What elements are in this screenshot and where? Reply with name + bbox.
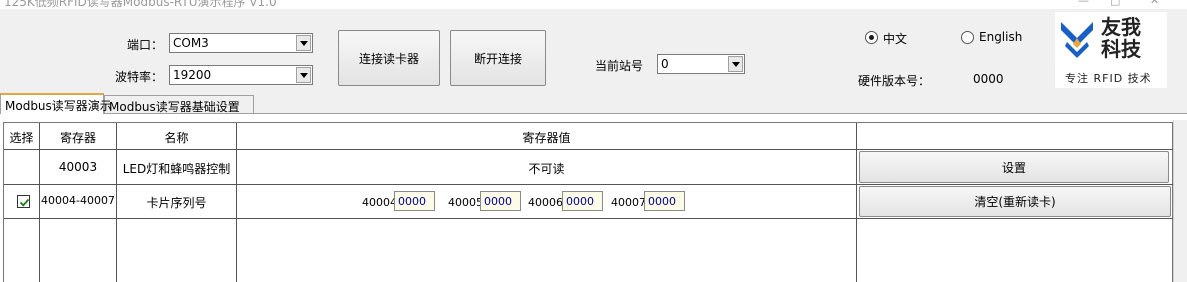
reg-40007-field[interactable]: 0000 [644,191,685,211]
vertical-scrollbar[interactable] [1173,120,1187,282]
connect-button[interactable]: 连接读卡器 [338,30,440,86]
radio-chinese[interactable] [865,31,878,44]
demo-panel: 选择 寄存器 名称 寄存器值 40003 LED灯和蜂鸣器控制 不可读 设置 4… [0,113,1187,282]
radio-english[interactable] [961,31,974,44]
row2-register: 40004-40007 [41,194,115,207]
station-select-value: 0 [661,57,669,71]
header-select: 选择 [9,131,34,145]
clear-reread-button[interactable]: 清空(重新读卡) [859,186,1171,217]
minimize-icon[interactable]: — [1078,0,1089,7]
row1-value: 不可读 [528,162,565,176]
hardware-version-label: 硬件版本号： [858,74,931,88]
set-button[interactable]: 设置 [859,151,1169,183]
port-select[interactable]: COM3 [169,33,313,53]
station-select[interactable]: 0 [657,54,745,74]
reg-40004-value: 0000 [398,195,426,208]
row2-name: 卡片序列号 [146,196,207,210]
reg-40004-label: 40004 [362,196,397,209]
radio-chinese-label[interactable]: 中文 [883,30,907,47]
baud-select-value: 19200 [173,68,212,82]
reg-40006-label: 40006 [528,196,563,209]
tab-bar: Modbus读写器演示 Modbus读写器基础设置 [0,93,1187,114]
maximize-icon[interactable]: □ [1110,0,1120,7]
port-label: 端口： [127,38,164,52]
reg-40004-field[interactable]: 0000 [394,191,435,211]
window-title: 125K低频RFID读写器Modbus-RTU演示程序 V1.0 [4,0,277,9]
logo-brand-text: 友我 科技 [1101,16,1163,60]
tab-modbus-settings[interactable]: Modbus读写器基础设置 [104,95,254,114]
chevron-down-icon[interactable] [296,35,311,51]
reg-40007-label: 40007 [611,196,646,209]
hardware-version-value: 0000 [973,72,1004,86]
logo-brand-line1: 友我 [1101,15,1141,39]
chevron-down-icon[interactable] [296,67,311,83]
row1-name: LED灯和蜂鸣器控制 [122,162,231,176]
reg-40006-value: 0000 [566,195,594,208]
company-logo: 友我 科技 专注 RFID 技术 [1055,12,1167,88]
station-label: 当前站号 [595,59,644,73]
chevron-down-icon[interactable] [728,56,743,72]
baud-select[interactable]: 19200 [169,65,313,85]
logo-emblem-icon [1061,22,1093,58]
disconnect-button[interactable]: 断开连接 [450,30,546,86]
reg-40007-value: 0000 [648,195,676,208]
reg-40006-field[interactable]: 0000 [562,191,603,211]
checkmark-icon [19,198,30,207]
header-name: 名称 [164,131,189,145]
title-bar: 125K低频RFID读写器Modbus-RTU演示程序 V1.0 — □ ✕ [0,0,1187,9]
register-table: 选择 寄存器 名称 寄存器值 40003 LED灯和蜂鸣器控制 不可读 设置 4… [3,122,1174,282]
radio-english-label[interactable]: English [979,30,1022,44]
row1-register: 40003 [58,160,98,174]
reg-40005-label: 40005 [448,196,483,209]
reg-40005-value: 0000 [484,195,512,208]
reg-40005-field[interactable]: 0000 [480,191,521,211]
header-register-value: 寄存器值 [522,131,571,145]
close-icon[interactable]: ✕ [1150,0,1159,7]
port-select-value: COM3 [173,36,209,50]
header-register: 寄存器 [59,131,96,145]
baud-label: 波特率： [115,70,164,84]
row2-checkbox[interactable] [17,195,30,208]
logo-tagline: 专注 RFID 技术 [1065,72,1152,85]
logo-brand-line2: 科技 [1101,37,1141,61]
tab-modbus-demo[interactable]: Modbus读写器演示 [0,93,112,114]
